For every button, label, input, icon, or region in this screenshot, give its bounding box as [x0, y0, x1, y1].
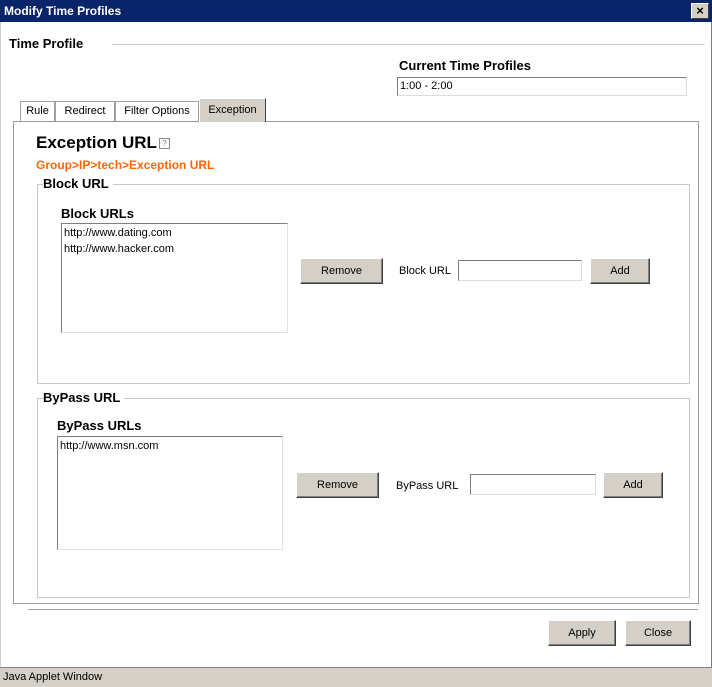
list-item[interactable]: http://www.dating.com: [64, 225, 287, 241]
status-bar: Java Applet Window: [0, 667, 712, 687]
tab-filter-options[interactable]: Filter Options: [115, 101, 199, 121]
window-title: Modify Time Profiles: [4, 4, 122, 18]
close-button[interactable]: Close: [625, 620, 691, 646]
list-item[interactable]: http://www.msn.com: [60, 438, 282, 454]
block-remove-button[interactable]: Remove: [300, 258, 383, 284]
bypass-urls-list[interactable]: http://www.msn.com: [57, 436, 283, 550]
title-bar: Modify Time Profiles ×: [0, 0, 712, 22]
status-text: Java Applet Window: [3, 671, 103, 683]
bypass-remove-button[interactable]: Remove: [296, 472, 379, 498]
footer-divider: [28, 609, 698, 610]
block-url-field-label: Block URL: [399, 265, 451, 277]
apply-button[interactable]: Apply: [548, 620, 616, 646]
exception-url-title: Exception URL?: [36, 133, 170, 153]
block-url-group-label: Block URL: [43, 176, 113, 191]
exception-url-title-text: Exception URL: [36, 133, 157, 152]
list-item[interactable]: http://www.hacker.com: [64, 241, 287, 257]
block-urls-label: Block URLs: [61, 206, 134, 221]
tab-rule[interactable]: Rule: [20, 101, 55, 121]
block-add-button[interactable]: Add: [590, 258, 650, 284]
current-time-profiles-label: Current Time Profiles: [399, 58, 531, 73]
tab-exception[interactable]: Exception: [199, 98, 266, 122]
bypass-url-field-label: ByPass URL: [396, 480, 459, 492]
close-window-button[interactable]: ×: [691, 3, 709, 19]
bypass-add-button[interactable]: Add: [603, 472, 663, 498]
bypass-url-input[interactable]: [470, 474, 596, 495]
close-icon: ×: [696, 3, 704, 18]
block-url-input[interactable]: [458, 260, 582, 281]
breadcrumb: Group>IP>tech>Exception URL: [36, 158, 215, 172]
time-profile-heading: Time Profile: [9, 36, 84, 51]
current-time-profile-field[interactable]: 1:00 - 2:00: [397, 77, 687, 96]
bypass-url-group-label: ByPass URL: [43, 390, 125, 405]
help-icon[interactable]: ?: [158, 138, 170, 150]
time-profile-divider: [112, 44, 705, 45]
tab-redirect[interactable]: Redirect: [55, 101, 115, 121]
block-urls-list[interactable]: http://www.dating.com http://www.hacker.…: [61, 223, 288, 333]
bypass-urls-label: ByPass URLs: [57, 418, 142, 433]
